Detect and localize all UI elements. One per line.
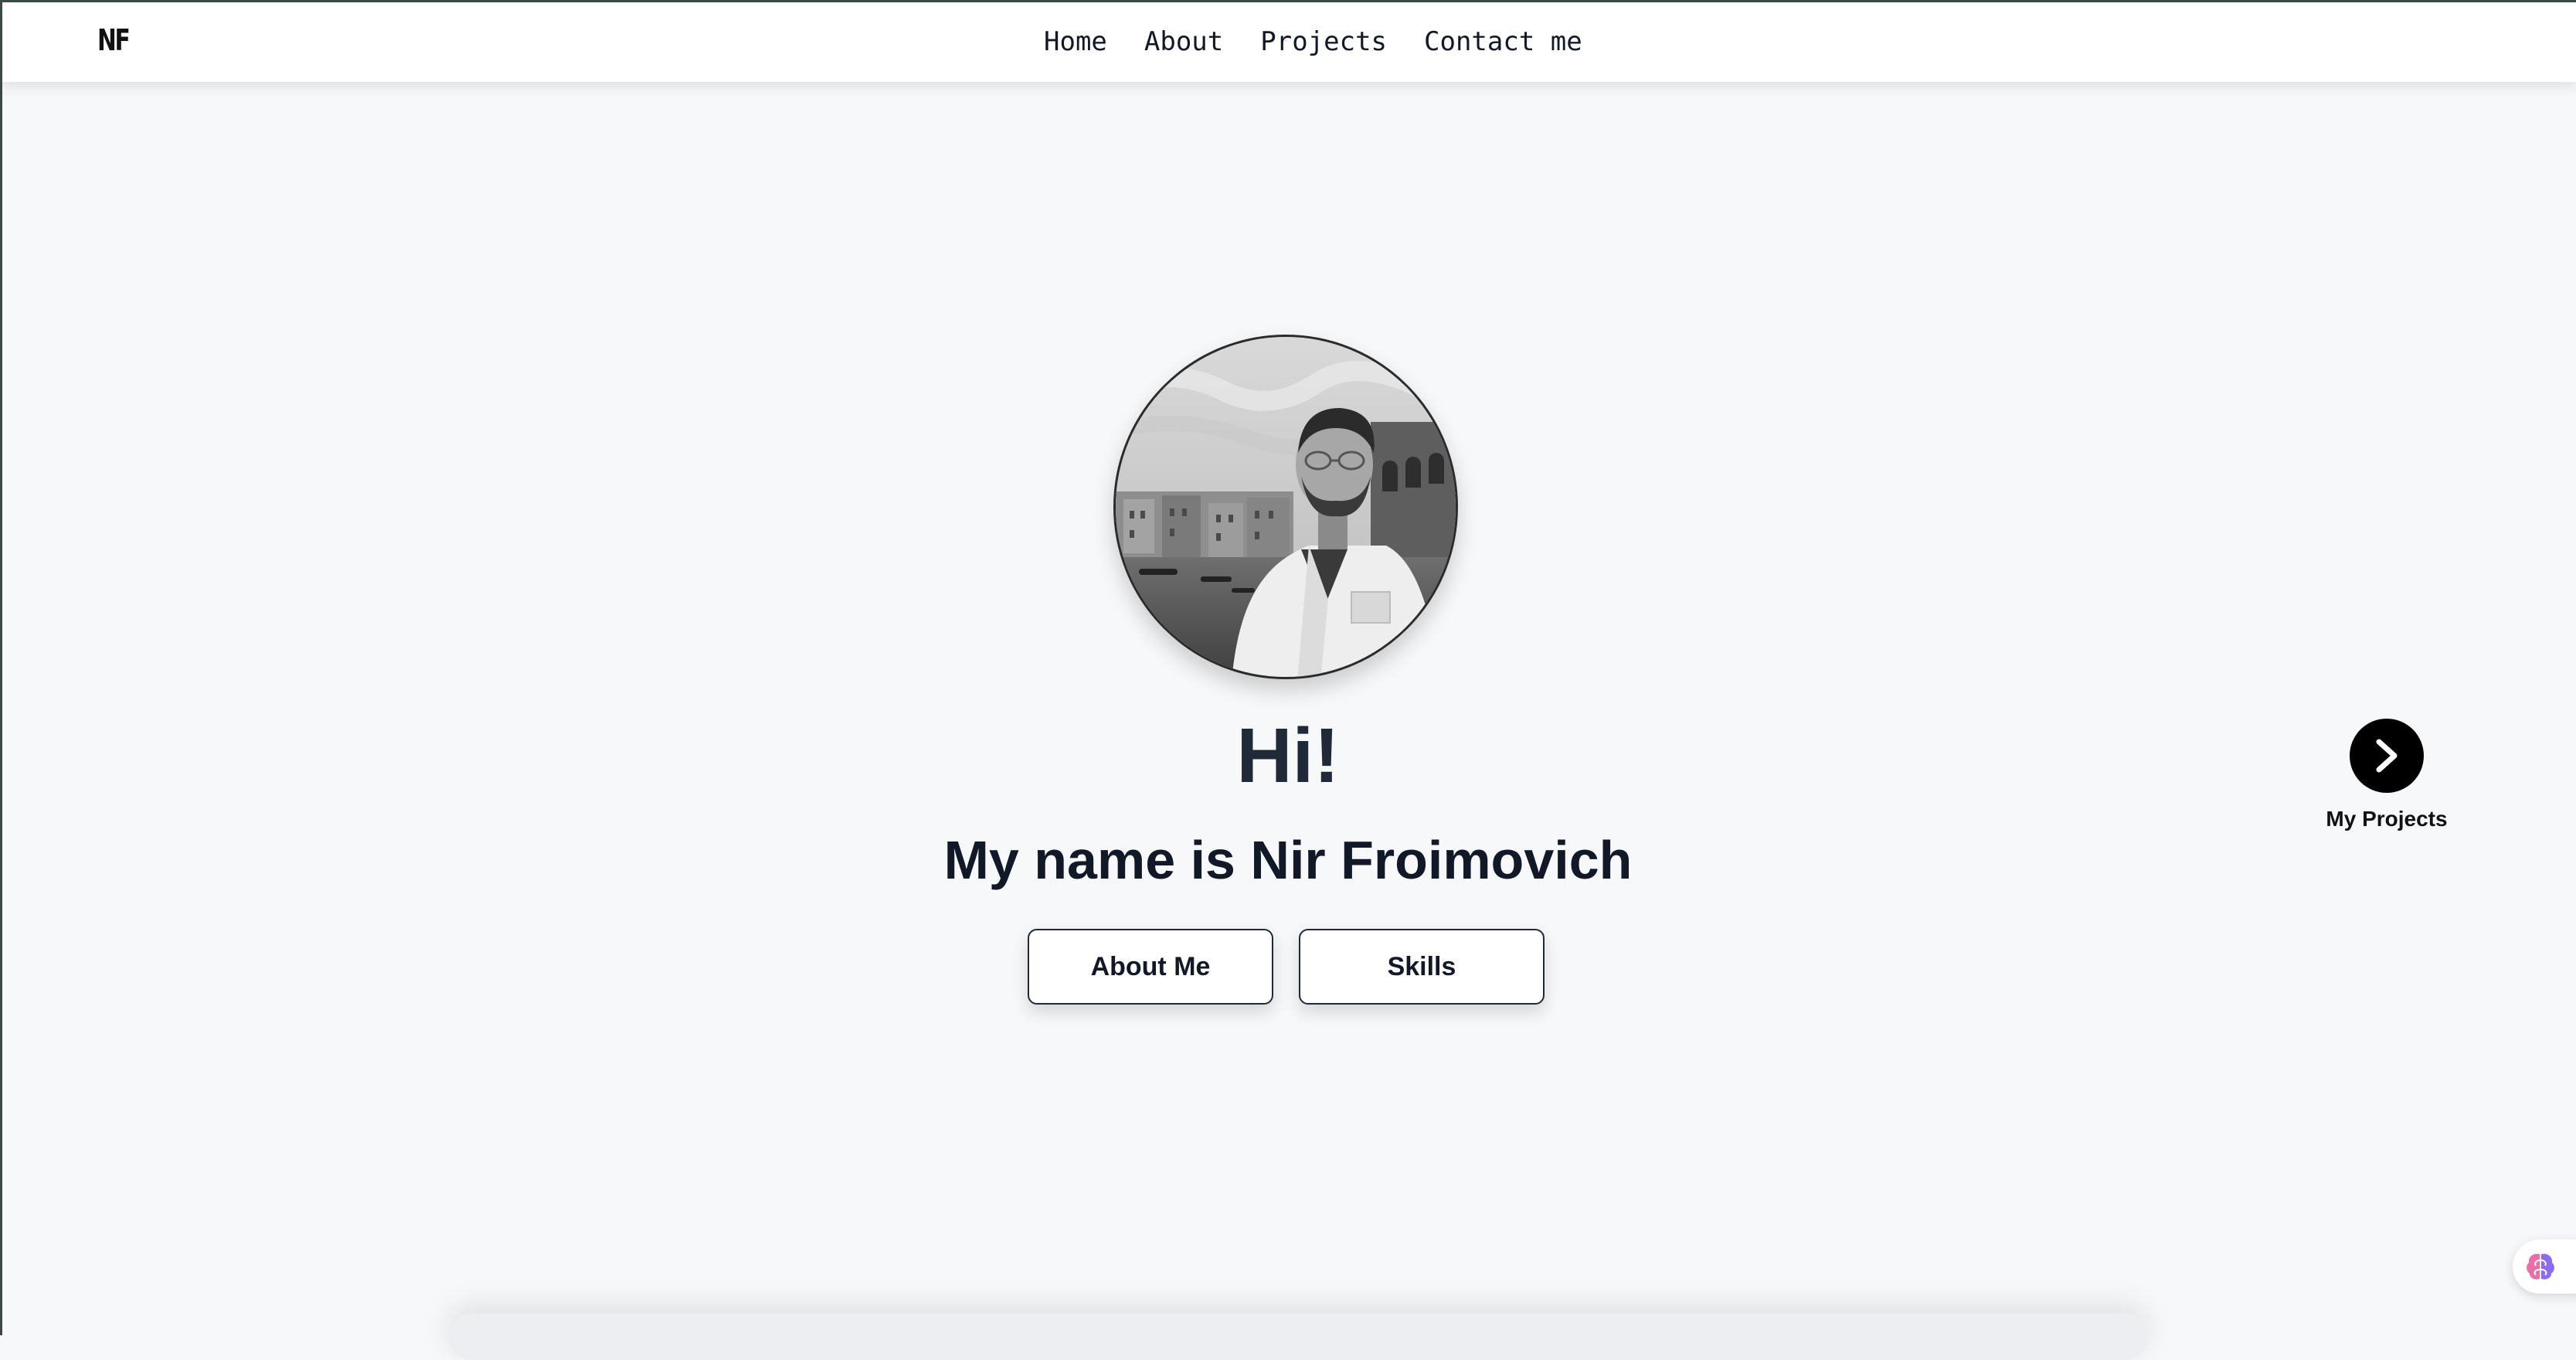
top-navbar: NF Home About Projects Contact me: [0, 0, 2576, 82]
nav-link-home[interactable]: Home: [1044, 26, 1107, 57]
ai-assistant-widget[interactable]: [2513, 1239, 2576, 1294]
hero-greeting: Hi!: [1236, 712, 1340, 799]
profile-avatar: [1113, 335, 1458, 679]
chevron-right-icon: [2376, 739, 2398, 773]
about-me-button[interactable]: About Me: [1028, 929, 1273, 1005]
nav-link-about[interactable]: About: [1144, 26, 1223, 57]
profile-photo: [1116, 337, 1456, 677]
site-logo[interactable]: NF: [97, 23, 131, 57]
brain-icon: [2527, 1253, 2554, 1280]
main-nav: Home About Projects Contact me: [1044, 26, 1582, 57]
nav-link-projects[interactable]: Projects: [1260, 26, 1387, 57]
bottom-section-edge: [448, 1314, 2148, 1360]
hero-intro: My name is Nir Froimovich: [943, 830, 1633, 890]
skills-button[interactable]: Skills: [1299, 929, 1545, 1005]
my-projects-label[interactable]: My Projects: [2309, 807, 2464, 831]
nav-link-contact[interactable]: Contact me: [1424, 26, 1582, 57]
my-projects-next-button[interactable]: [2350, 719, 2424, 793]
